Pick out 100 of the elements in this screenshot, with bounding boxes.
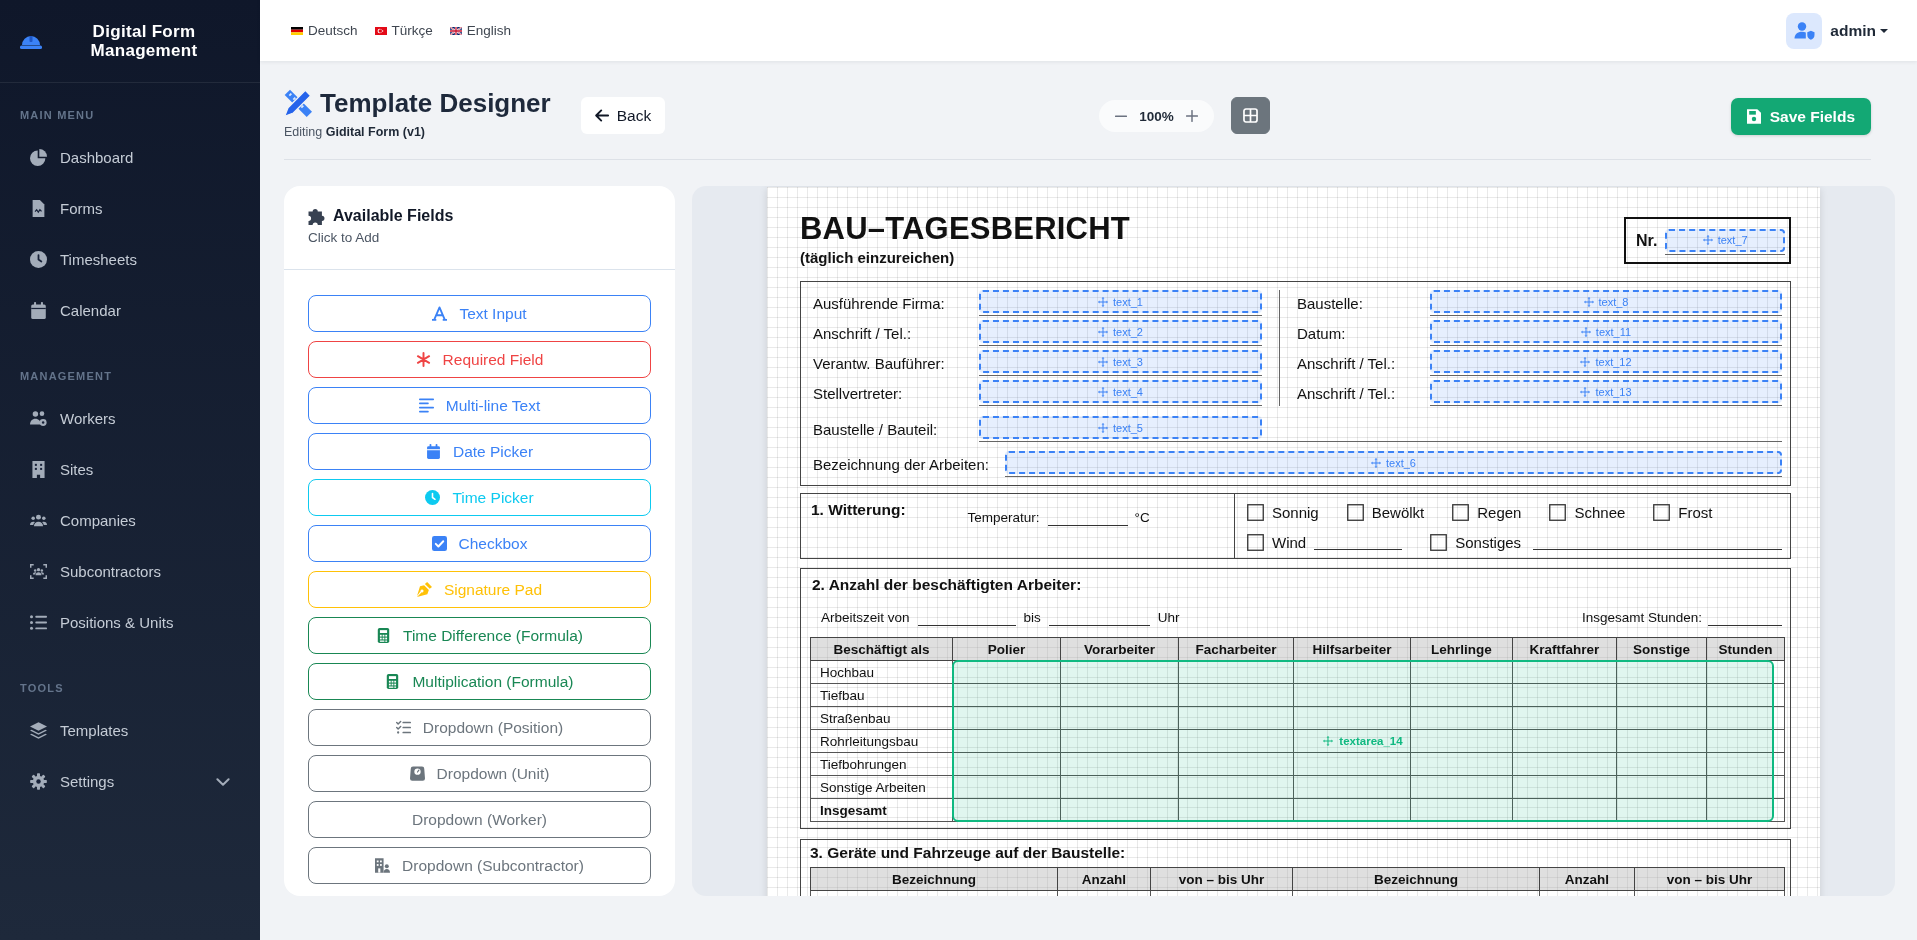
sidebar-item[interactable]: Dashboard	[10, 132, 250, 183]
move-icon	[1371, 457, 1381, 468]
save-icon	[1746, 109, 1761, 124]
form-label: Datum:	[1297, 325, 1346, 344]
calendar-icon	[30, 302, 47, 319]
placed-field[interactable]: text_4	[979, 380, 1262, 403]
move-icon	[1580, 326, 1591, 337]
calendar-icon	[425, 444, 441, 459]
field-type-button[interactable]: Required Field	[308, 341, 651, 378]
back-button[interactable]: Back	[580, 97, 666, 134]
form-label: Baustelle:	[1297, 295, 1363, 314]
page-title: Template Designer	[320, 88, 551, 118]
save-fields-button[interactable]: Save Fields	[1730, 98, 1871, 135]
field-type-button[interactable]: Text Input	[308, 295, 651, 332]
column-header: Stunden	[1706, 637, 1785, 661]
form-subtitle: (täglich einzureichen)	[800, 249, 955, 267]
column-header: Facharbeiter	[1178, 637, 1294, 661]
plus-icon	[1185, 110, 1198, 122]
pen-nib-icon	[416, 582, 432, 597]
field-type-button[interactable]: Time Difference (Formula)	[308, 617, 651, 654]
placed-field[interactable]: text_8	[1430, 290, 1782, 313]
placed-field[interactable]: text_7	[1665, 228, 1785, 252]
building-user-icon	[375, 858, 391, 873]
field-type-button[interactable]: Checkbox	[308, 525, 651, 562]
option-label: Wind	[1272, 533, 1307, 551]
field-type-button[interactable]: Date Picker	[308, 433, 651, 470]
zoom-out-button[interactable]	[1115, 114, 1128, 118]
field-type-button[interactable]: Dropdown (Position)	[308, 709, 651, 746]
form-label: Anschrift / Tel.:	[1297, 385, 1396, 404]
language-link[interactable]: Deutsch	[291, 23, 358, 38]
turkish-flag-icon	[374, 26, 387, 35]
column-header: Bezeichnung	[1292, 867, 1540, 891]
grid-icon	[1242, 108, 1258, 123]
sidebar-item[interactable]: Forms	[10, 183, 250, 234]
row-label: Straßenbau	[810, 706, 953, 730]
move-icon	[1580, 356, 1591, 367]
column-header: Bezeichnung	[810, 867, 1058, 891]
minus-icon	[1115, 114, 1128, 118]
text-lines-icon	[418, 398, 434, 413]
form-label: Bezeichnung der Arbeiten:	[813, 456, 989, 475]
sidebar-item[interactable]: Companies	[10, 495, 250, 546]
placed-field[interactable]: text_2	[979, 320, 1262, 343]
layers-icon	[30, 722, 47, 739]
section-title: 2. Anzahl der beschäftigten Arbeiter:	[812, 576, 1082, 594]
sidebar-item[interactable]: Positions & Units	[10, 597, 250, 648]
placed-field[interactable]: text_3	[979, 350, 1262, 373]
british-flag-icon	[449, 26, 462, 35]
option-label: Schnee	[1574, 503, 1626, 521]
sidebar-item[interactable]: Workers	[10, 393, 250, 444]
form-label: Stellvertreter:	[813, 385, 903, 404]
language-link[interactable]: Türkçe	[374, 23, 433, 38]
sidebar-item[interactable]: Templates	[10, 705, 250, 756]
zoom-in-button[interactable]	[1185, 110, 1198, 122]
pencil-ruler-icon	[284, 89, 312, 117]
placed-field[interactable]: text_13	[1430, 380, 1782, 403]
placed-field[interactable]: text_1	[979, 290, 1262, 313]
column-header: Anzahl	[1539, 867, 1635, 891]
puzzle-icon	[308, 207, 325, 225]
pie-chart-icon	[30, 149, 47, 166]
move-icon	[1098, 356, 1108, 367]
row-label: Tiefbau	[810, 683, 953, 707]
form-label: Temperatur:	[967, 510, 1040, 526]
placed-field[interactable]: text_12	[1430, 350, 1782, 373]
sidebar-item[interactable]: Calendar	[10, 285, 250, 336]
option-label: Sonstiges	[1455, 533, 1522, 551]
weight-icon	[409, 766, 425, 781]
sidebar-item[interactable]: Sites	[10, 444, 250, 495]
zoom-level: 100%	[1139, 108, 1174, 124]
field-type-button[interactable]: Dropdown (Subcontractor)	[308, 847, 651, 884]
placed-field[interactable]: text_6	[1004, 451, 1782, 474]
field-type-button[interactable]: Dropdown (Worker)	[308, 801, 651, 838]
placed-field[interactable]: text_5	[979, 416, 1262, 439]
row-label: Sonstige Arbeiten	[810, 775, 953, 799]
sidebar-item[interactable]: Subcontractors	[10, 546, 250, 597]
column-header: von – bis Uhr	[1634, 867, 1785, 891]
form-label: Baustelle / Bauteil:	[813, 421, 938, 440]
field-type-button[interactable]: Multiplication (Formula)	[308, 663, 651, 700]
grid-toggle-button[interactable]	[1230, 97, 1270, 134]
field-type-button[interactable]: Dropdown (Unit)	[308, 755, 651, 792]
form-label: Uhr	[1157, 610, 1180, 626]
field-type-button[interactable]: Multi-line Text	[308, 387, 651, 424]
asterisk-icon	[415, 352, 431, 367]
move-icon	[1098, 326, 1108, 337]
user-menu-button[interactable]: admin	[1786, 12, 1888, 49]
page-subtitle: Editing Gidital Form (v1)	[284, 124, 427, 140]
clock-icon	[425, 490, 441, 505]
sidebar-item[interactable]: Timesheets	[10, 234, 250, 285]
language-link[interactable]: English	[449, 23, 512, 38]
placed-field[interactable]: text_11	[1430, 320, 1782, 343]
option-label: Sonnig	[1272, 503, 1319, 521]
column-header: von – bis Uhr	[1150, 867, 1293, 891]
calculator-icon	[385, 674, 401, 689]
building-icon	[30, 461, 47, 478]
row-label: Insgesamt	[810, 798, 953, 822]
sidebar-item[interactable]: Settings	[10, 756, 250, 807]
column-header: Vorarbeiter	[1060, 637, 1179, 661]
checked-box-icon	[431, 536, 447, 551]
option-label: Regen	[1477, 503, 1522, 521]
move-icon	[1098, 386, 1108, 397]
font-icon	[432, 306, 448, 321]
